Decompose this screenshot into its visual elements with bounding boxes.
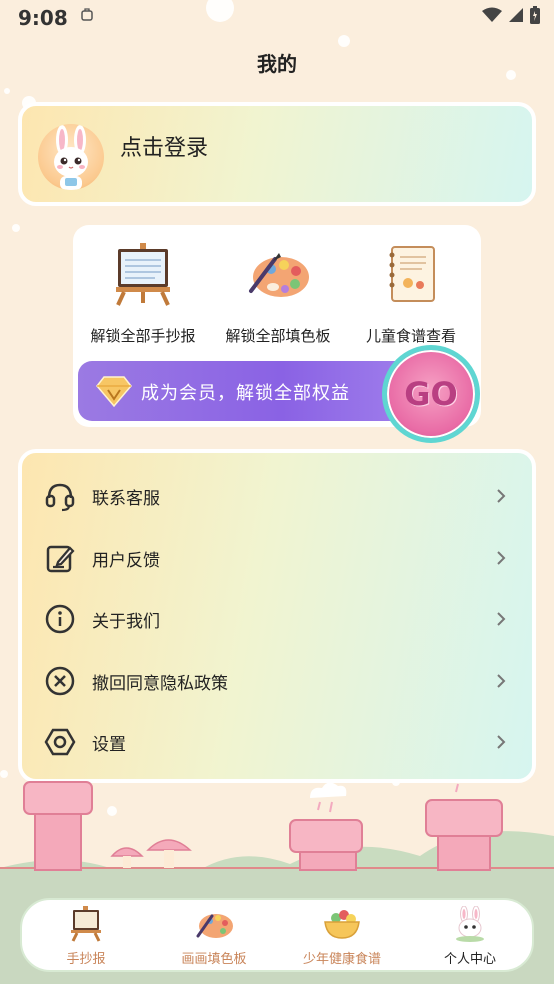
- login-label[interactable]: 点击登录: [120, 130, 208, 162]
- tab-personal-center[interactable]: 个人中心: [406, 905, 534, 967]
- tab-label: 手抄报: [66, 952, 106, 967]
- perk-label: 解锁全部手抄报: [90, 327, 196, 345]
- perk-kids-recipes[interactable]: 儿童食谱查看: [346, 241, 476, 346]
- avatar[interactable]: [38, 124, 104, 190]
- chevron-right-icon: [497, 735, 506, 749]
- page-title: 我的: [257, 52, 297, 76]
- background-dot: [12, 224, 20, 232]
- tab-handwritten-newspaper[interactable]: 手抄报: [22, 906, 150, 967]
- easel-icon: [71, 906, 101, 942]
- tab-coloring-board[interactable]: 画画填色板: [150, 906, 278, 967]
- headset-icon: [45, 483, 75, 512]
- tab-healthy-recipes[interactable]: 少年健康食谱: [278, 906, 406, 967]
- diamond-icon: [96, 376, 132, 407]
- menu-card: 联系客服 用户反馈 关于我们 撤回同意隐私政策 设置: [18, 449, 536, 783]
- perk-label: 解锁全部填色板: [225, 327, 331, 345]
- menu-item-contact-service[interactable]: 联系客服: [22, 471, 532, 521]
- perk-label: 儿童食谱查看: [365, 327, 456, 345]
- close-circle-icon: [45, 666, 75, 696]
- menu-label: 撤回同意隐私政策: [92, 673, 228, 694]
- login-card[interactable]: 点击登录: [18, 102, 536, 206]
- menu-item-revoke-privacy[interactable]: 撤回同意隐私政策: [22, 656, 532, 706]
- status-bar: 9:08: [0, 0, 554, 34]
- bunny-avatar-icon: [54, 125, 88, 190]
- menu-item-user-feedback[interactable]: 用户反馈: [22, 533, 532, 583]
- wifi-icon: [482, 7, 502, 22]
- settings-icon: [44, 728, 76, 756]
- tab-bar: 手抄报 画画填色板 少年健康食谱 个人中心: [20, 898, 534, 972]
- background-dot: [338, 35, 350, 47]
- palette-icon: [249, 253, 309, 297]
- chevron-right-icon: [497, 674, 506, 688]
- bunny-icon: [456, 905, 484, 942]
- go-button-label: GO: [404, 375, 458, 413]
- info-icon: [45, 604, 75, 634]
- perk-handwritten-newspaper[interactable]: 解锁全部手抄报: [78, 241, 208, 346]
- battery-icon: [530, 6, 540, 24]
- menu-item-about-us[interactable]: 关于我们: [22, 594, 532, 644]
- go-button[interactable]: GO: [382, 345, 480, 443]
- status-time: 9:08: [18, 6, 68, 30]
- menu-label: 联系客服: [92, 488, 160, 509]
- recipe-notebook-icon: [389, 246, 435, 302]
- menu-label: 用户反馈: [92, 550, 160, 571]
- food-bowl-icon: [324, 910, 360, 939]
- chevron-right-icon: [497, 612, 506, 626]
- menu-label: 设置: [92, 734, 126, 755]
- palette-icon: [196, 914, 233, 938]
- chevron-right-icon: [497, 551, 506, 565]
- perk-coloring-board[interactable]: 解锁全部填色板: [213, 241, 343, 346]
- vip-banner-text: 成为会员，解锁全部权益: [141, 383, 350, 404]
- vip-banner[interactable]: 成为会员，解锁全部权益: [78, 361, 418, 421]
- menu-label: 关于我们: [92, 611, 160, 632]
- tab-label: 个人中心: [443, 952, 496, 967]
- tab-label: 画画填色板: [181, 952, 247, 967]
- signal-icon: [509, 8, 523, 22]
- chevron-right-icon: [497, 489, 506, 503]
- notification-icon: [81, 8, 93, 21]
- edit-icon: [46, 545, 75, 573]
- tab-label: 少年健康食谱: [302, 952, 381, 967]
- easel-icon: [116, 243, 170, 306]
- background-dot: [4, 88, 10, 94]
- member-card: 解锁全部手抄报 解锁全部填色板 儿童食谱查看 成为会员，解锁全部权益 GO: [73, 225, 481, 443]
- status-icons: [482, 6, 540, 24]
